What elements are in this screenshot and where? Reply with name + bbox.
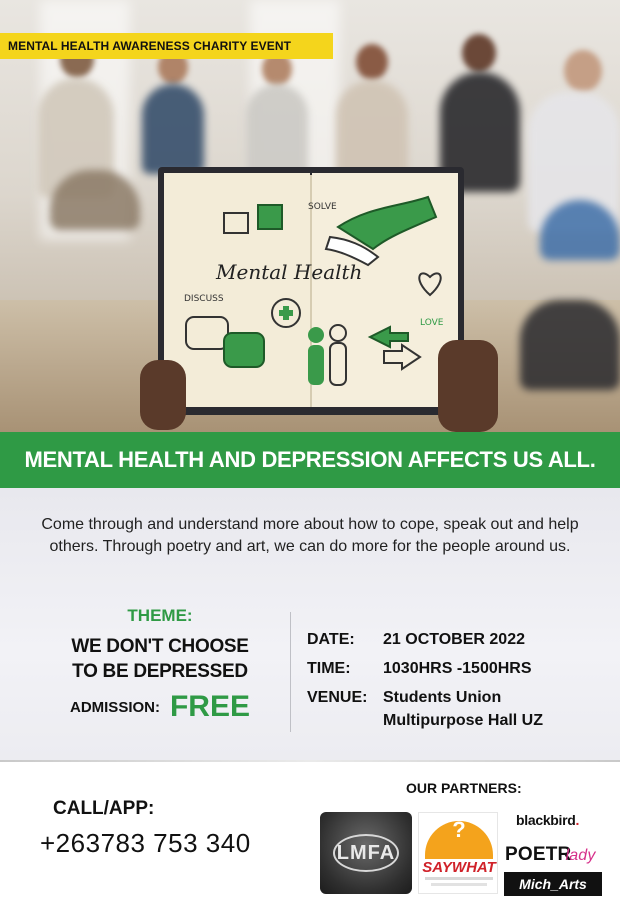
person [142,84,204,174]
saywhat-tagline [425,877,493,880]
venue-label: VENUE: [307,689,368,706]
info-section: Come through and understand more about h… [0,488,620,760]
venue-line-2: Multipurpose Hall UZ [383,712,543,729]
speech-bubbles-icon [185,316,265,368]
poetry-logo: POETRlady [505,844,596,866]
hand-left [140,360,186,430]
saywhat-logo: ? SAYWHAT [418,812,498,894]
heart-icon [418,272,442,297]
date-row: DATE: 21 OCTOBER 2022 [307,628,607,651]
hero-photo: MENTAL HEALTH AWARENESS CHARITY EVENT SO… [0,0,620,432]
blackbird-logo: blackbird. [516,812,579,828]
admission-value: FREE [169,690,250,723]
blackbird-dot: . [575,812,580,828]
person-head [462,34,496,72]
event-banner: MENTAL HEALTH AWARENESS CHARITY EVENT [0,33,333,59]
event-details: DATE: 21 OCTOBER 2022 TIME: 1030HRS -150… [307,628,607,738]
theme-text: WE DON'T CHOOSE TO BE DEPRESSED [40,634,280,684]
blackbird-logo-text: blackbird [516,812,576,828]
saywhat-logo-text: SAYWHAT [422,859,496,876]
time-value: 1030HRS -1500HRS [383,660,532,677]
arrow-right-icon [383,343,422,371]
footer-divider [0,760,620,762]
divider [290,612,291,732]
footer: CALL/APP: +263783 753 340 OUR PARTNERS: … [0,760,620,909]
notebook-title: Mental Health [215,260,362,284]
date-value: 21 OCTOBER 2022 [383,631,525,648]
theme-line-2: TO BE DEPRESSED [72,661,248,682]
lmfa-logo: LMFA [320,812,412,894]
theme-label: THEME: [127,606,193,625]
call-label: CALL/APP: [53,798,155,819]
mental-health-illustration: SOLVE Mental Health LOVE DISCUSS [184,175,444,407]
theme-line-1: WE DON'T CHOOSE [71,636,249,657]
notebook-discuss: DISCUSS [184,294,224,304]
headline-bar: MENTAL HEALTH AND DEPRESSION AFFECTS US … [0,432,620,488]
date-label: DATE: [307,631,355,648]
notebook-solve: SOLVE [308,202,337,212]
person-head [564,50,602,92]
saywhat-tagline [431,883,487,886]
partners-label: OUR PARTNERS: [406,780,522,796]
event-description: Come through and understand more about h… [41,516,579,555]
venue-line-1: Students Union [383,689,502,706]
time-row: TIME: 1030HRS -1500HRS [307,657,607,680]
admission-label: ADMISSION: [69,698,160,716]
saywhat-mark: ? [452,817,466,842]
venue-value: Students Union Multipurpose Hall UZ [383,686,607,732]
time-label: TIME: [307,660,351,677]
notebook: SOLVE Mental Health LOVE DISCUSS [158,167,464,415]
notebook-love: LOVE [420,318,444,328]
poetry-logo-script: lady [565,847,596,864]
hand-right [438,340,498,432]
lmfa-logo-text: LMFA [333,834,399,872]
person-head [356,44,388,80]
people-support-icon [308,324,347,386]
mich-arts-logo: Mich_Arts [504,872,602,896]
thought-plus-icon [271,298,301,328]
admission: ADMISSION: FREE [40,690,280,724]
puzzle-icon [223,204,283,234]
theme-block: THEME: WE DON'T CHOOSE TO BE DEPRESSED A… [40,606,280,724]
venue-row: VENUE: Students Union Multipurpose Hall … [307,686,607,732]
person [520,300,620,390]
handshake-icon [324,195,438,267]
poetry-logo-text: POETR [505,844,572,865]
phone-number[interactable]: +263783 753 340 [40,828,251,859]
